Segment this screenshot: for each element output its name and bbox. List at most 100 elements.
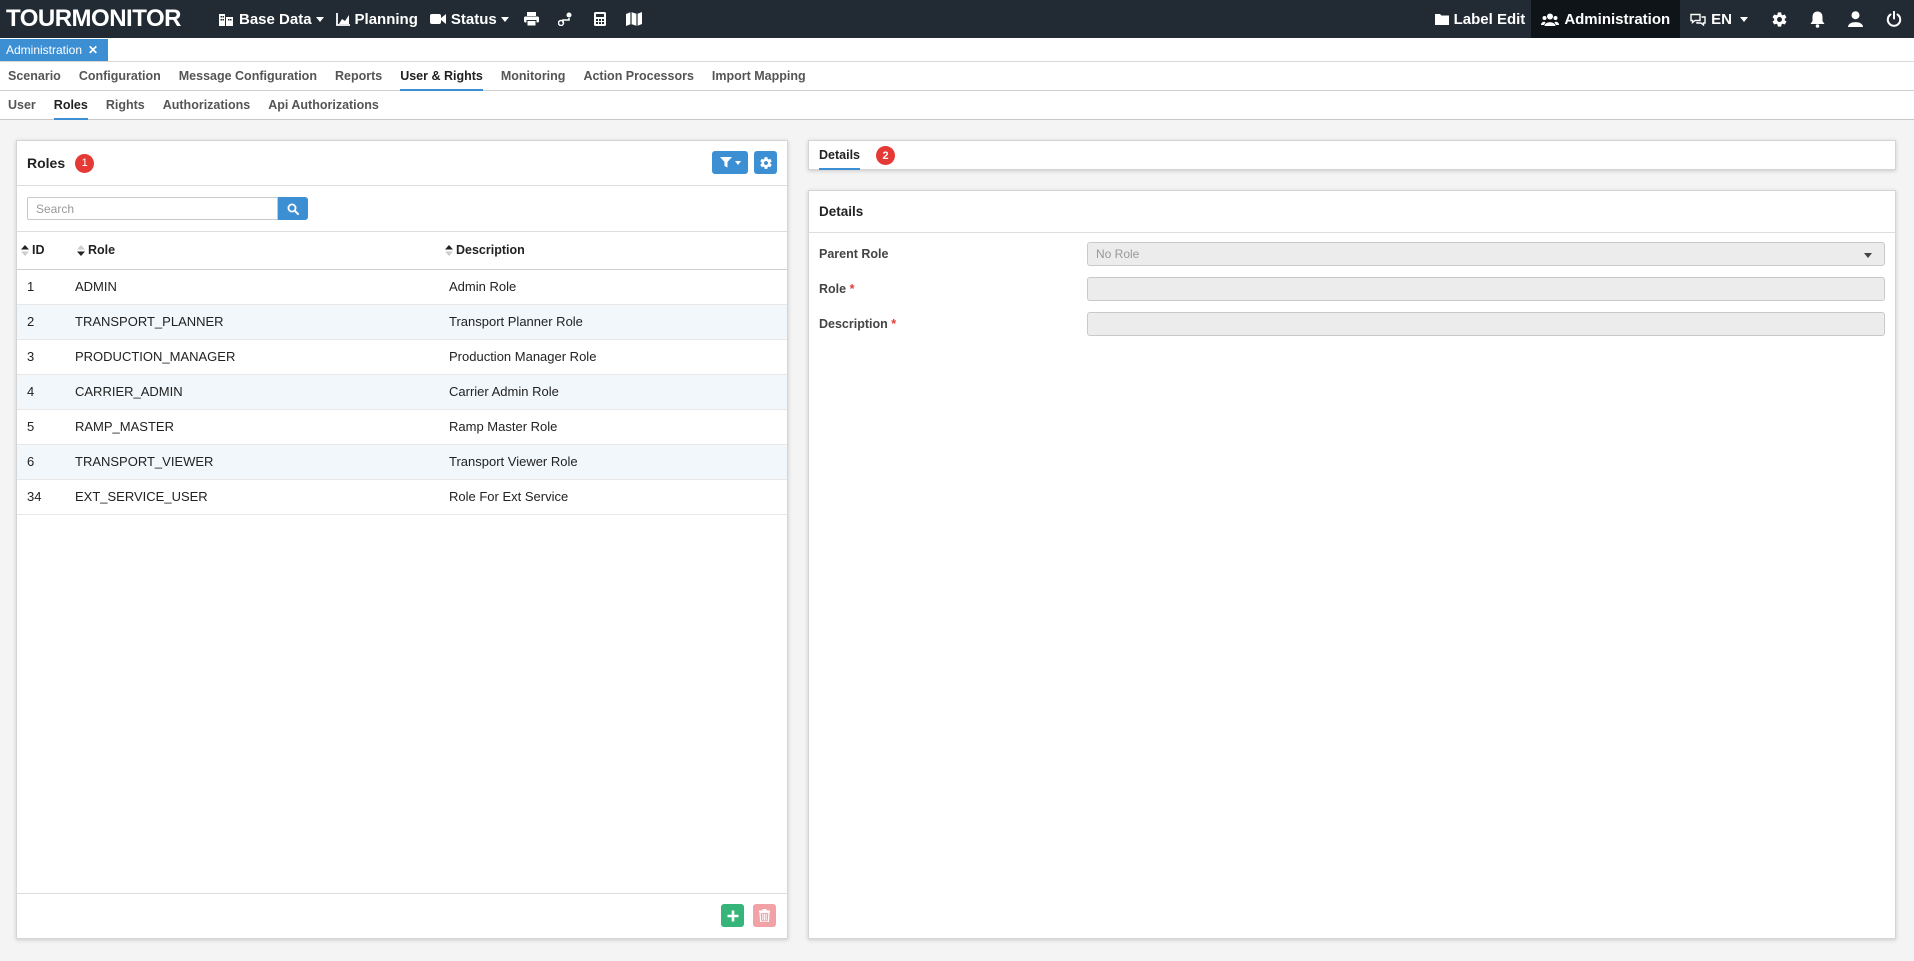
chart-area-icon — [335, 12, 350, 26]
menu-item-import-mapping[interactable]: Import Mapping — [703, 62, 815, 91]
menu-item-configuration[interactable]: Configuration — [70, 62, 170, 91]
details-panel-title: Details — [809, 191, 1895, 233]
search-input[interactable] — [27, 197, 278, 220]
menu-item-reports[interactable]: Reports — [326, 62, 391, 91]
nav-base-data[interactable]: Base Data — [212, 0, 330, 38]
cell-id: 4 — [17, 374, 75, 410]
app-logo[interactable]: TOURMONITOR — [0, 5, 212, 33]
power-icon — [1886, 11, 1902, 27]
settings-button[interactable] — [1760, 0, 1798, 38]
nav-label-edit[interactable]: Label Edit — [1429, 0, 1532, 38]
sort-icon — [21, 245, 29, 257]
table-header-row: ID Role Description — [17, 232, 787, 270]
print-icon — [524, 12, 540, 26]
tab-details[interactable]: Details 2 — [819, 146, 895, 170]
nav-administration-label: Administration — [1564, 10, 1671, 28]
cell-role: RAMP_MASTER — [75, 409, 443, 445]
description-input[interactable] — [1087, 312, 1885, 336]
print-button[interactable] — [515, 0, 549, 38]
menu-item-message-configuration[interactable]: Message Configuration — [170, 62, 326, 91]
map-icon — [625, 12, 642, 26]
language-selector[interactable]: EN — [1680, 0, 1760, 38]
nav-status-label: Status — [450, 10, 497, 28]
description-field-label: Description * — [819, 317, 1089, 331]
menu-item-action-processors[interactable]: Action Processors — [574, 62, 702, 91]
tab-details-label: Details — [819, 148, 860, 170]
role-field-label: Role * — [819, 282, 1089, 296]
menu-item-user-rights[interactable]: User & Rights — [391, 62, 492, 91]
cell-description: Production Manager Role — [443, 339, 787, 375]
submenu-item-roles[interactable]: Roles — [45, 91, 97, 120]
nav-planning-label: Planning — [354, 10, 418, 28]
cell-description: Ramp Master Role — [443, 409, 787, 445]
filter-button[interactable] — [712, 151, 748, 174]
route-button[interactable] — [549, 0, 583, 38]
chevron-down-icon — [315, 16, 324, 22]
parent-role-value: No Role — [1096, 247, 1140, 261]
column-header-role[interactable]: Role — [75, 232, 443, 270]
top-navbar: TOURMONITOR Base Data Planning Status La… — [0, 0, 1914, 38]
table-settings-button[interactable] — [754, 151, 777, 174]
close-icon[interactable]: ✕ — [88, 43, 98, 57]
nav-status[interactable]: Status — [424, 0, 515, 38]
cell-id: 34 — [17, 479, 75, 515]
column-header-description[interactable]: Description — [443, 232, 787, 270]
cell-id: 2 — [17, 304, 75, 340]
notifications-button[interactable] — [1798, 0, 1836, 38]
chevron-down-icon — [1864, 253, 1872, 258]
roles-panel: Roles 1 ID Role — [16, 140, 788, 939]
table-row[interactable]: 5 RAMP_MASTER Ramp Master Role — [17, 409, 787, 445]
logout-button[interactable] — [1874, 0, 1914, 38]
chevron-down-icon — [734, 160, 741, 165]
parent-role-label: Parent Role — [819, 247, 889, 261]
column-header-label: Role — [88, 243, 116, 258]
search-button[interactable] — [278, 197, 308, 220]
table-row[interactable]: 1 ADMIN Admin Role — [17, 269, 787, 305]
submenu-item-authorizations[interactable]: Authorizations — [154, 91, 260, 120]
submenu-item-user[interactable]: User — [0, 91, 45, 120]
filter-icon — [719, 157, 732, 168]
cell-id: 1 — [17, 269, 75, 305]
table-row[interactable]: 3 PRODUCTION_MANAGER Production Manager Ro… — [17, 339, 787, 375]
cell-role: CARRIER_ADMIN — [75, 374, 443, 410]
table-row[interactable]: 6 TRANSPORT_VIEWER Transport Viewer Role — [17, 444, 787, 480]
role-label-text: Role — [819, 282, 847, 296]
calculator-button[interactable] — [583, 0, 617, 38]
column-header-id[interactable]: ID — [17, 232, 75, 270]
delete-role-button[interactable] — [753, 904, 776, 927]
add-role-button[interactable] — [721, 904, 744, 927]
menu-item-scenario[interactable]: Scenario — [0, 62, 70, 91]
menu-item-monitoring[interactable]: Monitoring — [492, 62, 575, 91]
table-row[interactable]: 34 EXT_SERVICE_USER Role For Ext Service — [17, 479, 787, 515]
step-badge: 1 — [75, 153, 95, 173]
nav-administration[interactable]: Administration — [1531, 0, 1681, 38]
nav-planning[interactable]: Planning — [330, 0, 424, 38]
comments-icon — [1690, 13, 1706, 26]
user-icon — [1847, 11, 1863, 27]
parent-role-select[interactable]: No Role — [1087, 242, 1885, 266]
step-badge: 2 — [876, 146, 895, 165]
submenu-item-api-authorizations[interactable]: Api Authorizations — [259, 91, 388, 120]
sub-menu: User Roles Rights Authorizations Api Authori… — [0, 91, 1914, 120]
cell-role: PRODUCTION_MANAGER — [75, 339, 443, 375]
submenu-item-rights[interactable]: Rights — [97, 91, 154, 120]
column-header-label: ID — [32, 243, 45, 258]
details-tabs: Details 2 — [808, 140, 1896, 170]
table-row[interactable]: 4 CARRIER_ADMIN Carrier Admin Role — [17, 374, 787, 410]
cell-description: Admin Role — [443, 269, 787, 305]
trash-icon — [759, 909, 770, 922]
map-button[interactable] — [617, 0, 651, 38]
panel-title: Roles — [27, 155, 66, 171]
role-row: Role * — [819, 277, 1089, 301]
user-profile-button[interactable] — [1836, 0, 1874, 38]
roles-panel-header: Roles 1 — [17, 141, 787, 186]
cell-role: TRANSPORT_PLANNER — [75, 304, 443, 340]
parent-role-row: Parent Role — [819, 242, 1089, 266]
open-tab-administration[interactable]: Administration ✕ — [0, 39, 108, 61]
open-tab-label: Administration — [6, 43, 83, 57]
plus-icon — [727, 910, 738, 921]
role-input[interactable] — [1087, 277, 1885, 301]
search-icon — [287, 203, 299, 215]
nav-label-edit-label: Label Edit — [1453, 10, 1526, 28]
table-row[interactable]: 2 TRANSPORT_PLANNER Transport Planner Role — [17, 304, 787, 340]
